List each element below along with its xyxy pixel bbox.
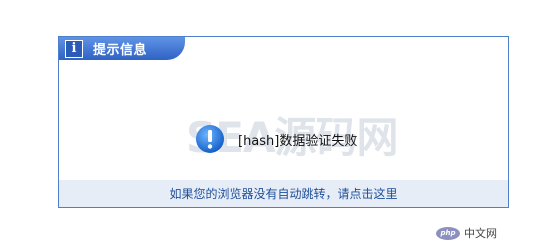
site-name: 中文网 [464, 227, 497, 240]
dialog-title: 提示信息 [93, 43, 148, 58]
redirect-link[interactable]: 如果您的浏览器没有自动跳转，请点击这里 [169, 185, 397, 202]
exclamation-alert-icon [196, 125, 224, 153]
dialog-title-bar: i 提示信息 [59, 37, 185, 60]
php-logo: php [436, 226, 460, 240]
error-message: [hash]数据验证失败 [238, 134, 358, 149]
redirect-footer: 如果您的浏览器没有自动跳转，请点击这里 [59, 180, 508, 207]
message-area: SEA源码网 [hash]数据验证失败 [59, 60, 508, 181]
site-badge: php 中文网 [436, 226, 497, 240]
message-dialog: i 提示信息 SEA源码网 [hash]数据验证失败 如果您的浏览器没有自动跳转… [58, 36, 509, 208]
info-icon: i [65, 39, 83, 58]
